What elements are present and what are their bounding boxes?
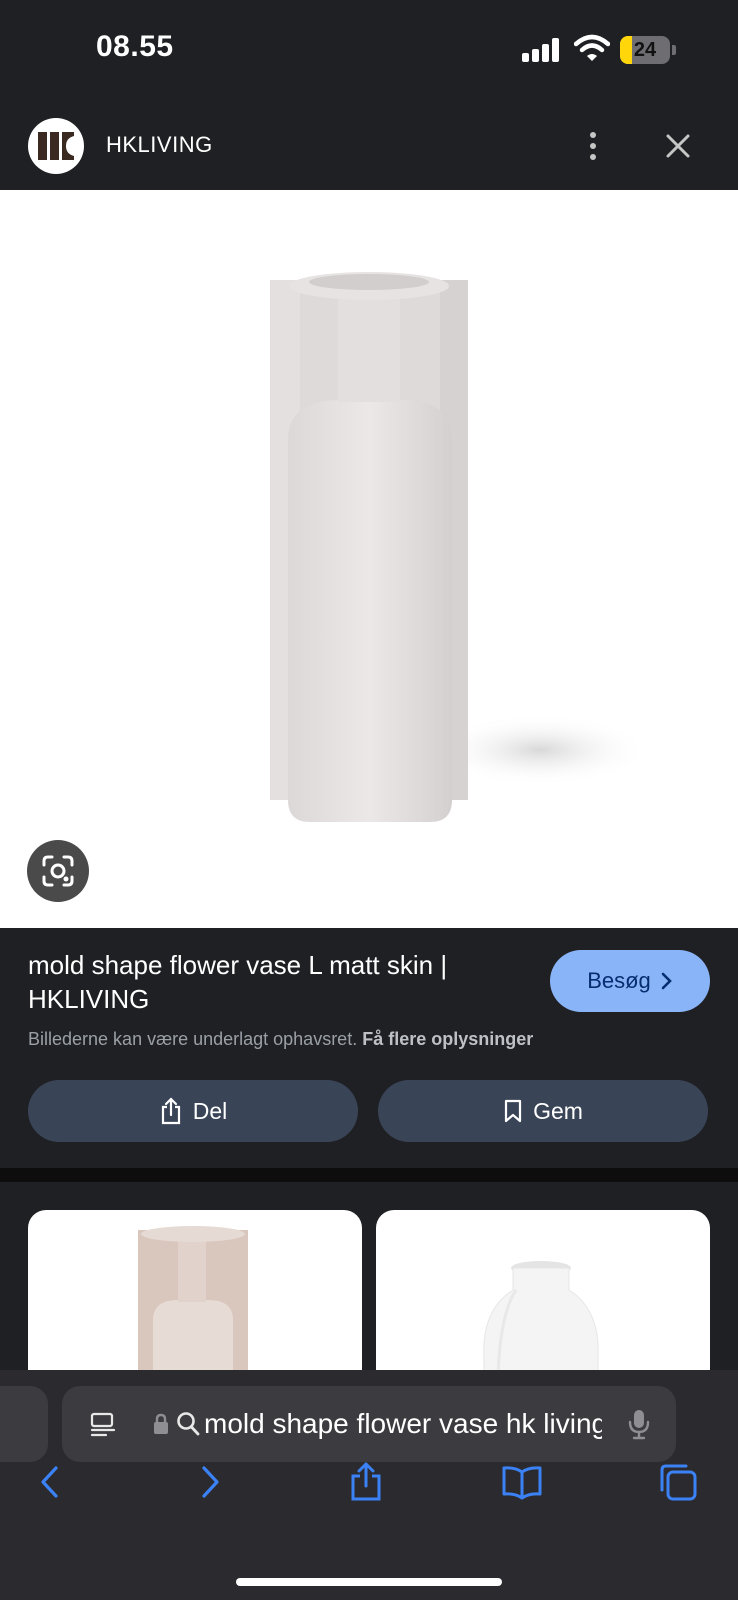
product-image[interactable] <box>0 190 738 928</box>
battery-icon: 24 <box>620 36 670 64</box>
home-indicator[interactable] <box>236 1578 502 1586</box>
cellular-signal-icon <box>522 38 562 62</box>
more-options-icon[interactable] <box>578 126 608 166</box>
wifi-icon <box>574 34 610 61</box>
bookmark-icon <box>504 1099 522 1123</box>
vase-image <box>270 272 650 822</box>
address-text[interactable]: mold shape flower vase hk living <box>204 1408 602 1442</box>
previous-tab-preview[interactable] <box>0 1386 48 1462</box>
save-button[interactable]: Gem <box>378 1080 708 1142</box>
copyright-notice: Billederne kan være underlagt ophavsret.… <box>28 1029 533 1050</box>
site-header: HKLIVING <box>0 100 738 190</box>
address-bar[interactable]: mold shape flower vase hk living <box>62 1386 676 1462</box>
bookmarks-icon[interactable] <box>500 1460 544 1504</box>
share-icon[interactable] <box>344 1460 388 1504</box>
visit-button-label: Besøg <box>587 968 651 993</box>
chevron-right-icon <box>661 972 672 990</box>
result-info-panel: mold shape flower vase L matt skin | HKL… <box>0 928 738 1168</box>
more-info-link[interactable]: Få flere oplysninger <box>362 1029 533 1049</box>
visit-button[interactable]: Besøg <box>550 950 710 1012</box>
lock-icon <box>154 1413 168 1434</box>
status-bar: 08.55 24 <box>0 0 738 100</box>
tabs-icon[interactable] <box>656 1460 700 1504</box>
result-title[interactable]: mold shape flower vase L matt skin | HKL… <box>28 948 518 1016</box>
site-name[interactable]: HKLIVING <box>106 132 213 158</box>
related-vase-image <box>483 1261 599 1372</box>
reader-mode-icon[interactable] <box>88 1410 118 1440</box>
back-icon[interactable] <box>28 1460 72 1504</box>
related-image-thumbnail[interactable] <box>376 1210 710 1372</box>
google-lens-icon[interactable] <box>27 840 89 902</box>
hkliving-logo-icon[interactable] <box>28 118 84 174</box>
browser-toolbar: mold shape flower vase hk living <box>0 1370 738 1600</box>
status-time: 08.55 <box>96 30 174 63</box>
share-label: Del <box>192 1097 228 1124</box>
copyright-text: Billederne kan være underlagt ophavsret. <box>28 1029 358 1049</box>
save-label: Gem <box>533 1097 583 1124</box>
close-icon[interactable] <box>660 128 696 164</box>
share-button[interactable]: Del <box>28 1080 358 1142</box>
microphone-icon[interactable] <box>628 1408 650 1440</box>
forward-icon[interactable] <box>188 1460 232 1504</box>
battery-level: 24 <box>633 39 657 61</box>
section-divider <box>0 1168 738 1182</box>
share-icon <box>161 1097 180 1125</box>
search-icon <box>177 1412 200 1436</box>
related-image-thumbnail[interactable] <box>28 1210 362 1372</box>
related-vase-image <box>138 1226 248 1372</box>
related-images <box>0 1182 738 1372</box>
